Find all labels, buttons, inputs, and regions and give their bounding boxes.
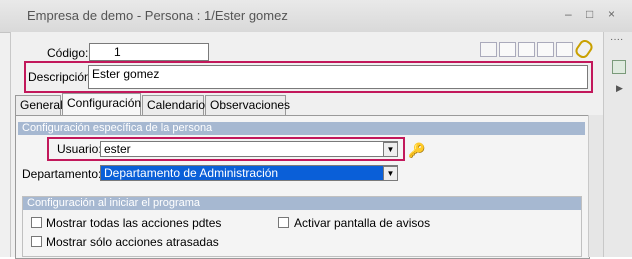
codigo-field[interactable]: 1 (89, 43, 209, 61)
activar-avisos-label: Activar pantalla de avisos (294, 216, 431, 230)
vertical-scrollbar[interactable] (588, 115, 603, 257)
activar-avisos-checkbox[interactable] (278, 217, 289, 228)
mostrar-todas-checkbox[interactable] (31, 217, 42, 228)
next-record-icon[interactable] (537, 42, 554, 57)
mostrar-atrasadas-checkbox[interactable] (31, 236, 42, 247)
tab-observaciones[interactable]: Observaciones (205, 95, 290, 115)
departamento-dropdown-button[interactable]: ▼ (383, 166, 398, 181)
inicio-header: Configuración al iniciar el programa (23, 197, 581, 210)
codigo-label: Código: (47, 46, 89, 60)
usuario-dropdown-button[interactable]: ▼ (383, 142, 398, 157)
descripcion-label: Descripción: (28, 70, 95, 84)
side-menu-icon[interactable]: ···· (610, 34, 623, 45)
minimize-button[interactable]: – (565, 7, 572, 21)
first-record-icon[interactable] (499, 42, 516, 57)
descripcion-field[interactable]: Ester gomez (88, 65, 588, 89)
departamento-combo[interactable]: Departamento de Administración (100, 165, 398, 181)
key-icon[interactable]: 🔑 (408, 141, 428, 159)
window-title: Empresa de demo - Persona : 1/Ester gome… (27, 8, 288, 23)
usuario-label: Usuario: (57, 142, 102, 156)
window: Empresa de demo - Persona : 1/Ester gome… (0, 0, 632, 259)
previous-record-icon[interactable] (518, 42, 535, 57)
person-card-icon[interactable] (612, 60, 626, 74)
tab-calendario[interactable]: Calendario (142, 95, 205, 115)
title-bar: Empresa de demo - Persona : 1/Ester gome… (0, 0, 632, 33)
tab-general[interactable]: General (15, 95, 63, 115)
mostrar-atrasadas-label: Mostrar sólo acciones atrasadas (46, 235, 219, 249)
persona-config-header: Configuración específica de la persona (18, 122, 585, 135)
departamento-label: Departamento: (22, 167, 102, 181)
search-icon[interactable] (480, 42, 497, 57)
expand-arrow-icon[interactable]: ▶ (616, 83, 623, 94)
maximize-button[interactable]: □ (586, 7, 593, 21)
close-button[interactable]: × (608, 7, 615, 21)
usuario-combo[interactable]: ester (100, 141, 398, 157)
last-record-icon[interactable] (556, 42, 573, 57)
tab-configuracion[interactable]: Configuración (62, 93, 141, 115)
side-panel: ···· ▶ (603, 32, 632, 257)
mostrar-todas-label: Mostrar todas las acciones pdtes (46, 216, 222, 230)
